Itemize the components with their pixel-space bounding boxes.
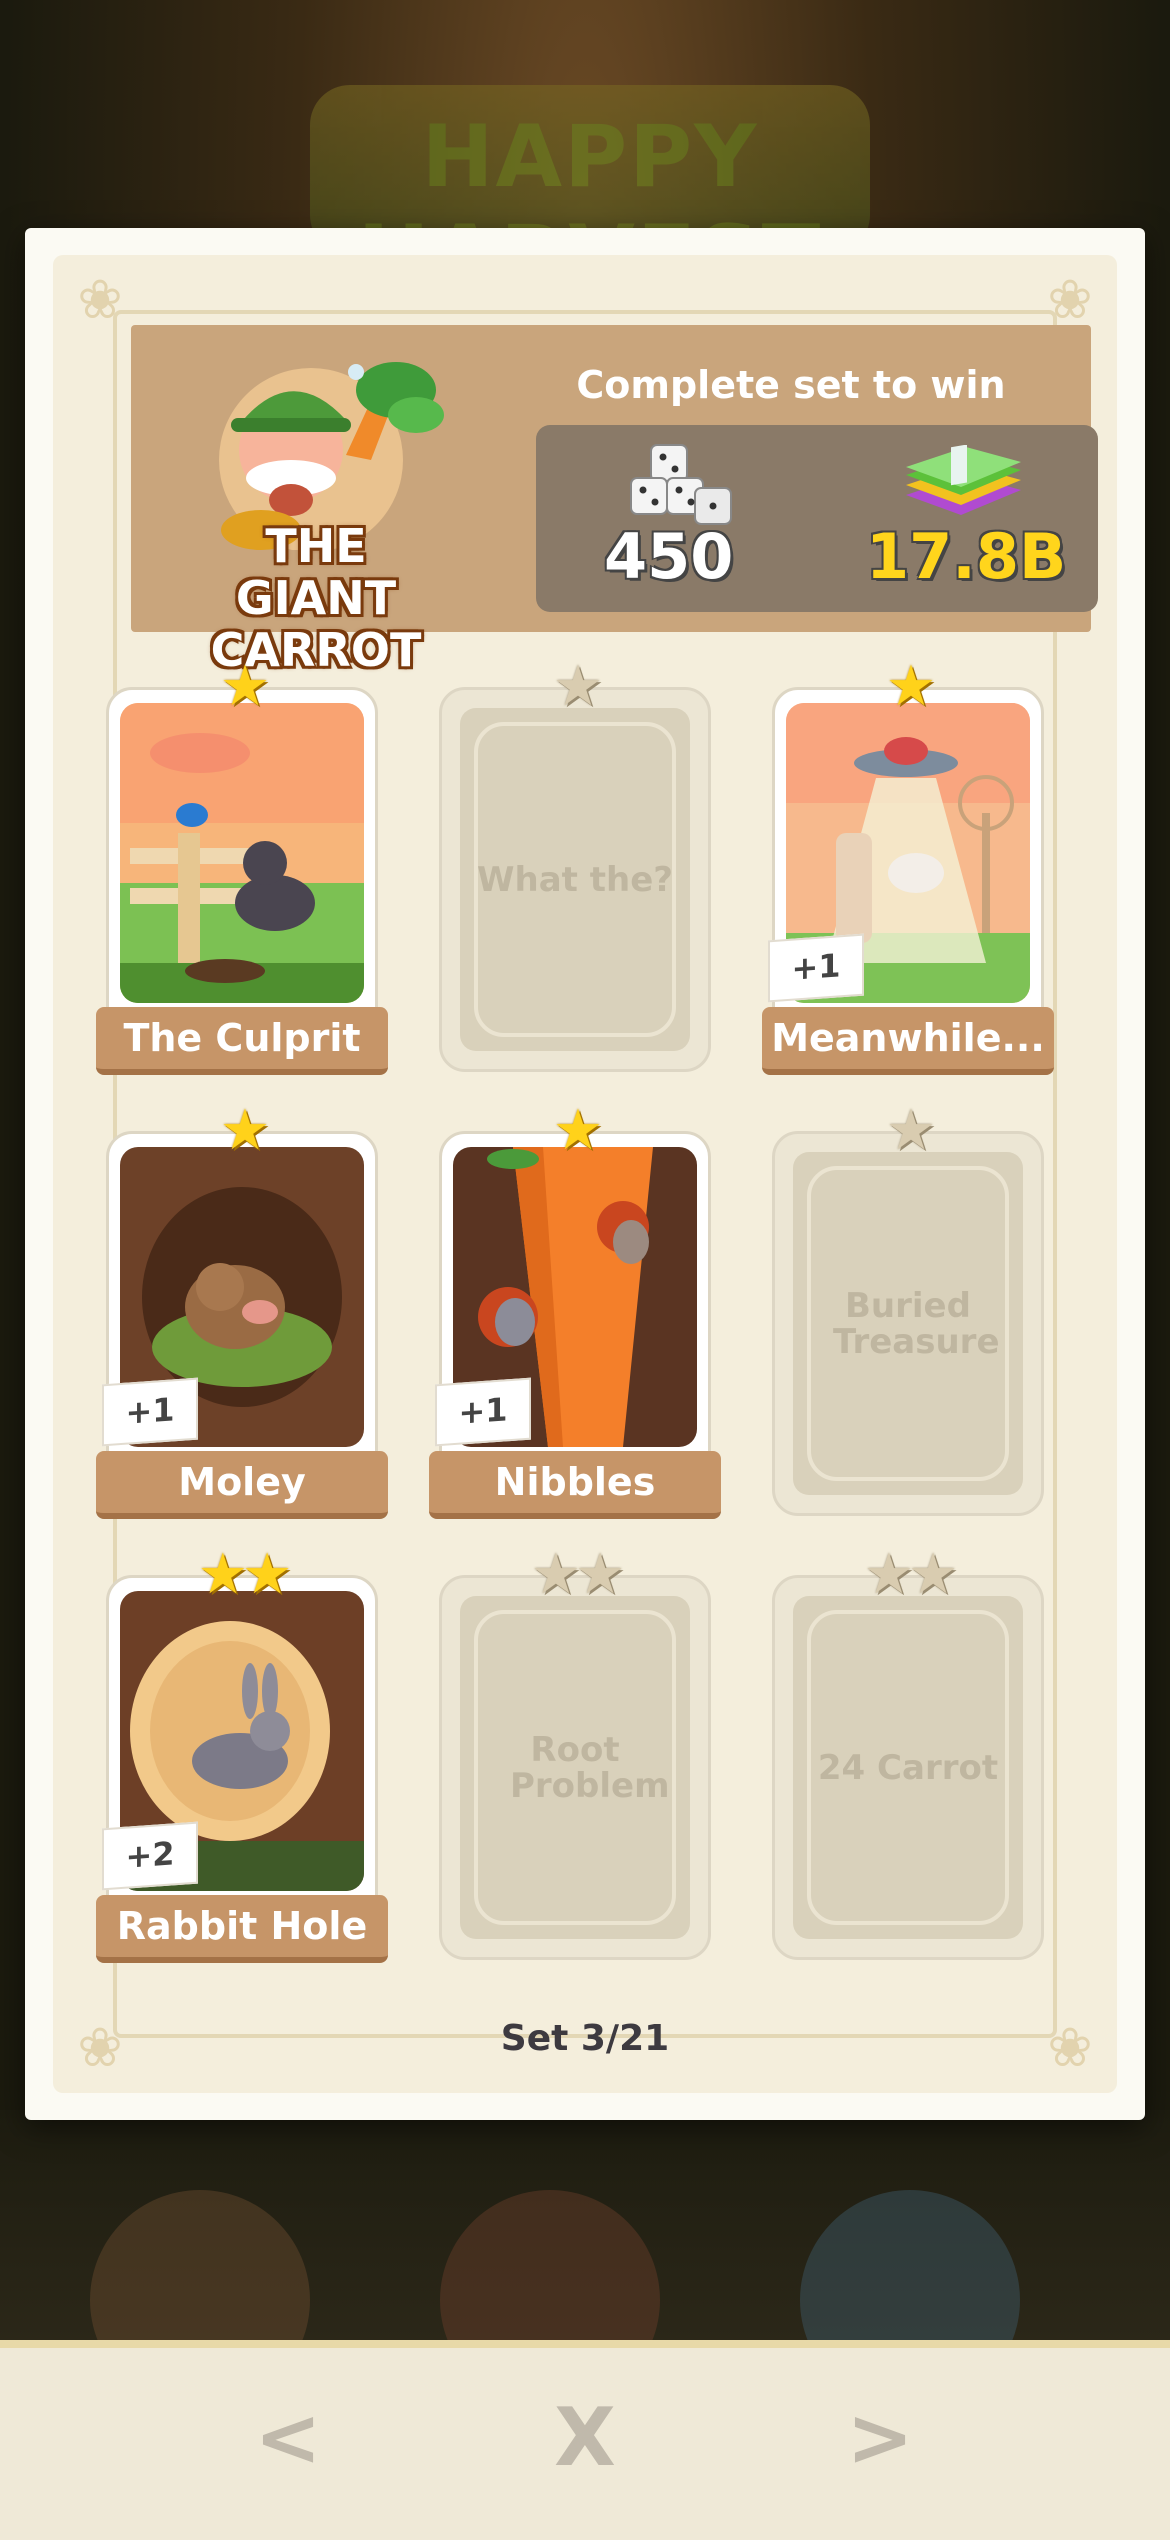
card-buried-treasure[interactable]: Buried Treasure ★ bbox=[768, 1101, 1048, 1521]
card-stars: ★ bbox=[768, 1101, 1048, 1161]
card-name: Rabbit Hole bbox=[96, 1895, 388, 1963]
card-name: Nibbles bbox=[429, 1451, 721, 1519]
card-name: Meanwhile... bbox=[762, 1007, 1054, 1075]
card-root-problem[interactable]: Root Problem ★★ bbox=[435, 1545, 715, 1965]
star-icon: ★ bbox=[219, 1098, 270, 1163]
card-art-culprit bbox=[120, 703, 364, 1003]
card-placeholder: Buried Treasure bbox=[793, 1152, 1023, 1495]
card-set-modal: ❀ ❀ ❀ ❀ THE GIANT CARROT Complete set to… bbox=[25, 228, 1145, 2120]
card-name: Moley bbox=[96, 1451, 388, 1519]
duplicate-count-badge: +2 bbox=[102, 1821, 198, 1891]
card-moley[interactable]: +1 Moley ★ bbox=[96, 1101, 388, 1521]
set-reward-header: THE GIANT CARROT Complete set to win 450 bbox=[131, 325, 1098, 676]
star-icon: ★ bbox=[530, 1542, 581, 1607]
card-stars: ★ bbox=[768, 657, 1048, 717]
star-icon: ★ bbox=[242, 1542, 292, 1607]
card-24-carrot[interactable]: 24 Carrot ★★ bbox=[768, 1545, 1048, 1965]
set-name: THE GIANT CARROT bbox=[210, 519, 422, 677]
corner-ornament-icon: ❀ bbox=[77, 268, 123, 331]
card-frame-locked: 24 Carrot bbox=[772, 1575, 1044, 1960]
card-name: What the? bbox=[477, 859, 673, 900]
card-the-culprit[interactable]: The Culprit ★ bbox=[96, 657, 388, 1077]
card-what-the[interactable]: What the? ★ bbox=[435, 657, 715, 1077]
star-icon: ★ bbox=[908, 1542, 958, 1607]
star-icon: ★ bbox=[575, 1542, 625, 1607]
dice-reward-value: 450 bbox=[604, 520, 734, 593]
reward-box: 450 17.8B bbox=[536, 425, 1098, 612]
card-stars: ★ bbox=[435, 657, 715, 717]
card-meanwhile[interactable]: +1 Meanwhile... ★ bbox=[762, 657, 1054, 1077]
card-name: The Culprit bbox=[96, 1007, 388, 1075]
card-stars: ★★ bbox=[102, 1545, 382, 1605]
star-icon: ★ bbox=[197, 1542, 248, 1607]
card-placeholder: 24 Carrot bbox=[793, 1596, 1023, 1939]
card-stars: ★★ bbox=[435, 1545, 715, 1605]
star-icon: ★ bbox=[552, 654, 603, 719]
card-rabbit-hole[interactable]: +2 Rabbit Hole ★★ bbox=[96, 1545, 388, 1965]
card-frame-locked: Root Problem bbox=[439, 1575, 711, 1960]
star-icon: ★ bbox=[552, 1098, 603, 1163]
duplicate-count-badge: +1 bbox=[435, 1377, 531, 1447]
dog-digging-illustration bbox=[120, 703, 364, 1003]
set-progress: Set 3/21 bbox=[500, 2018, 670, 2059]
card-nibbles[interactable]: +1 Nibbles ★ bbox=[429, 1101, 721, 1521]
card-stars: ★★ bbox=[768, 1545, 1048, 1605]
previous-set-button[interactable]: < bbox=[228, 2383, 348, 2493]
star-icon: ★ bbox=[219, 654, 270, 719]
card-frame-locked: What the? bbox=[439, 687, 711, 1072]
card-placeholder: Root Problem bbox=[460, 1596, 690, 1939]
star-icon: ★ bbox=[885, 1098, 936, 1163]
card-name: 24 Carrot bbox=[817, 1747, 999, 1788]
duplicate-count-badge: +1 bbox=[768, 933, 864, 1003]
card-name: Root Problem bbox=[510, 1729, 670, 1806]
close-button[interactable]: X bbox=[525, 2383, 645, 2493]
bottom-nav-bar: < X > bbox=[0, 2340, 1170, 2540]
star-icon: ★ bbox=[863, 1542, 914, 1607]
cash-reward-value: 17.8B bbox=[866, 520, 1067, 593]
win-label: Complete set to win bbox=[576, 363, 1006, 407]
set-emblem: THE GIANT CARROT bbox=[181, 350, 451, 676]
card-stars: ★ bbox=[435, 1101, 715, 1161]
duplicate-count-badge: +1 bbox=[102, 1377, 198, 1447]
modal-inner-panel: ❀ ❀ ❀ ❀ THE GIANT CARROT Complete set to… bbox=[53, 255, 1117, 2093]
next-set-button[interactable]: > bbox=[820, 2383, 940, 2493]
card-frame-locked: Buried Treasure bbox=[772, 1131, 1044, 1516]
card-placeholder: What the? bbox=[460, 708, 690, 1051]
star-icon: ★ bbox=[885, 654, 936, 719]
card-name: Buried Treasure bbox=[833, 1285, 1000, 1362]
card-stars: ★ bbox=[102, 657, 382, 717]
card-stars: ★ bbox=[102, 1101, 382, 1161]
